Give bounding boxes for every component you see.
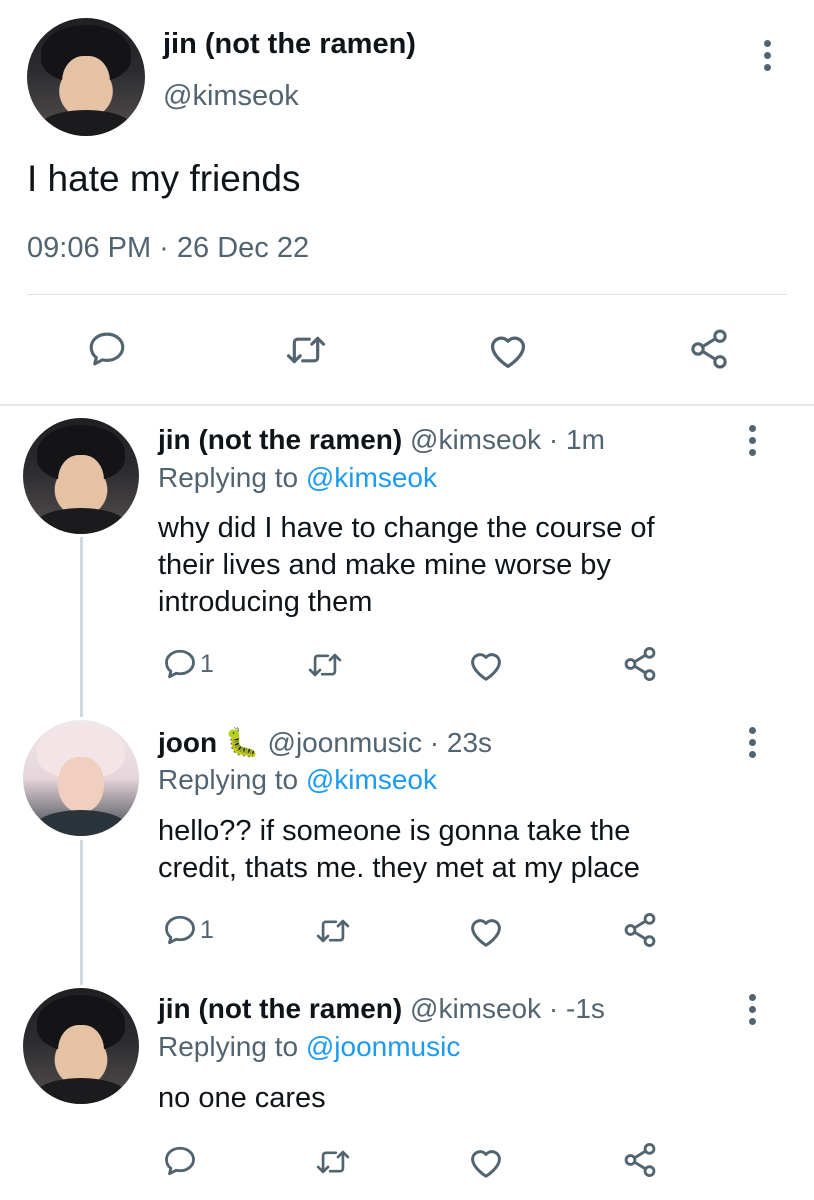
avatar[interactable] — [23, 720, 139, 836]
reply-icon[interactable] — [161, 912, 199, 948]
retweet-icon[interactable] — [304, 648, 346, 682]
reply-text-line: hello?? if someone is gonna take the — [158, 815, 631, 847]
avatar[interactable] — [23, 988, 139, 1104]
reply-text-line: why did I have to change the course of — [158, 512, 655, 544]
share-icon[interactable] — [620, 645, 660, 683]
heart-icon[interactable] — [467, 647, 505, 683]
reply-icon[interactable] — [161, 646, 199, 682]
reply-header: jin (not the ramen) @kimseok · -1s — [158, 993, 605, 1025]
share-icon[interactable] — [620, 1141, 660, 1179]
heart-icon[interactable] — [486, 330, 530, 370]
more-vertical-icon[interactable] — [747, 425, 757, 456]
caterpillar-emoji: 🐛 — [224, 727, 260, 758]
tweet-text: I hate my friends — [27, 158, 301, 199]
display-name[interactable]: joon — [158, 727, 217, 758]
thread-line — [80, 537, 83, 717]
replying-to-label: Replying to — [158, 462, 299, 493]
reply-header: joon 🐛 @joonmusic · 23s — [158, 726, 492, 759]
replying-to-label: Replying to — [158, 1031, 299, 1062]
reply-time[interactable]: · -1s — [549, 993, 605, 1024]
reply-count: 1 — [200, 916, 214, 944]
tweet-timestamp[interactable]: 09:06 PM · 26 Dec 22 — [27, 232, 309, 265]
retweet-icon[interactable] — [282, 330, 330, 370]
mention-link[interactable]: @joonmusic — [306, 1031, 460, 1062]
user-handle[interactable]: @kimseok — [410, 424, 541, 455]
user-handle[interactable]: @kimseok — [163, 80, 299, 113]
display-name[interactable]: jin (not the ramen) — [158, 993, 402, 1024]
reply-text-line: credit, thats me. they met at my place — [158, 852, 640, 884]
user-handle[interactable]: @joonmusic — [268, 727, 422, 758]
divider — [0, 404, 814, 406]
reply-text-line: introducing them — [158, 586, 373, 618]
reply-header: jin (not the ramen) @kimseok · 1m — [158, 424, 605, 456]
reply-text-line: no one cares — [158, 1082, 326, 1114]
reply-text-line: their lives and make mine worse by — [158, 549, 611, 581]
reply-text: no one cares — [158, 1080, 326, 1117]
avatar[interactable] — [27, 18, 145, 136]
replying-to: Replying to @kimseok — [158, 764, 437, 796]
retweet-icon[interactable] — [312, 914, 354, 948]
heart-icon[interactable] — [467, 913, 505, 949]
share-icon[interactable] — [620, 911, 660, 949]
more-vertical-icon[interactable] — [762, 40, 772, 71]
share-icon[interactable] — [686, 327, 732, 371]
reply-icon[interactable] — [85, 328, 129, 370]
mention-link[interactable]: @kimseok — [306, 462, 437, 493]
reply-text: why did I have to change the course of t… — [158, 510, 655, 621]
user-handle[interactable]: @kimseok — [410, 993, 541, 1024]
reply-time[interactable]: · 1m — [549, 424, 605, 455]
more-vertical-icon[interactable] — [747, 994, 757, 1025]
reply-icon[interactable] — [161, 1143, 199, 1179]
retweet-icon[interactable] — [312, 1145, 354, 1179]
thread-line — [80, 840, 83, 985]
replying-to-label: Replying to — [158, 764, 299, 795]
heart-icon[interactable] — [467, 1144, 505, 1180]
replying-to: Replying to @joonmusic — [158, 1031, 460, 1063]
divider — [27, 294, 787, 295]
avatar[interactable] — [23, 418, 139, 534]
reply-time[interactable]: · 23s — [430, 727, 492, 758]
display-name[interactable]: jin (not the ramen) — [163, 28, 416, 61]
mention-link[interactable]: @kimseok — [306, 764, 437, 795]
display-name[interactable]: jin (not the ramen) — [158, 424, 402, 455]
reply-text: hello?? if someone is gonna take the cre… — [158, 813, 640, 887]
reply-count: 1 — [200, 650, 214, 678]
more-vertical-icon[interactable] — [747, 727, 757, 758]
replying-to: Replying to @kimseok — [158, 462, 437, 494]
